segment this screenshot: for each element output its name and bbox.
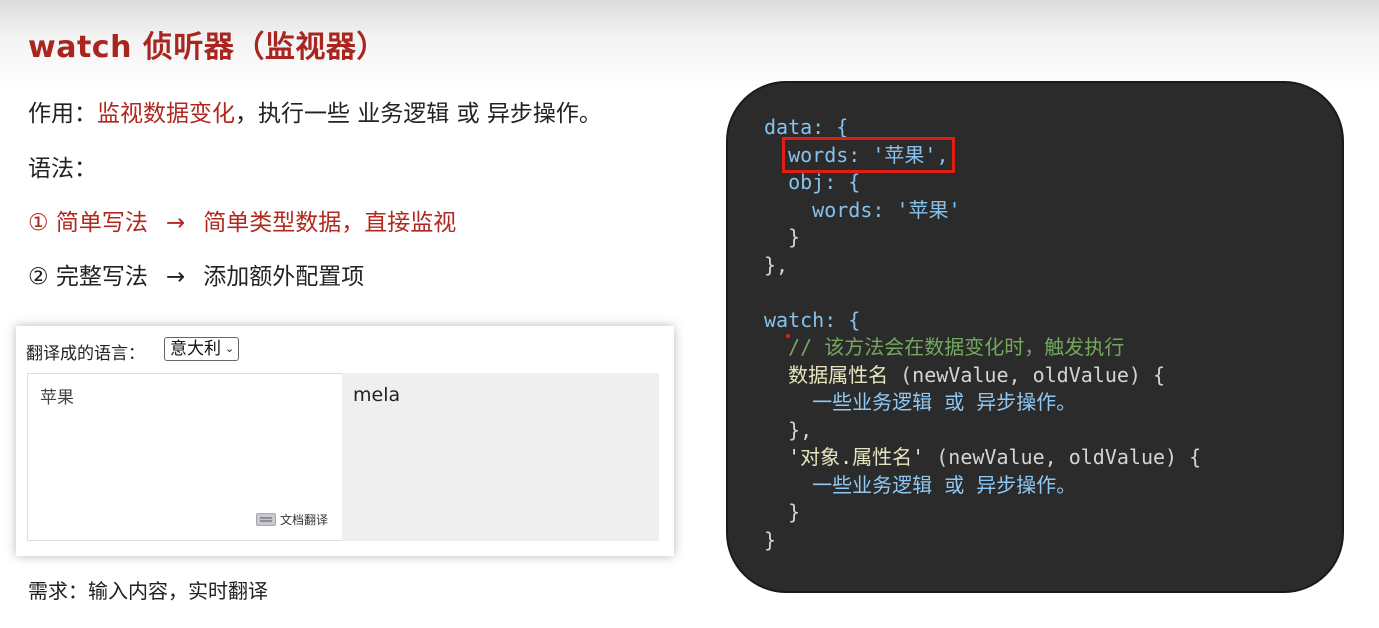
arrow-right-icon: → <box>165 264 186 290</box>
code-line: }, <box>764 417 1201 445</box>
full-syntax-desc: 添加额外配置项 <box>203 264 365 290</box>
code-block: data: { words: '苹果', obj: { words: '苹果' … <box>764 114 1201 554</box>
full-syntax-line: ② 完整写法 → 添加额外配置项 <box>28 257 364 291</box>
code-token: } <box>764 527 777 552</box>
document-translate-label: 文档翻译 <box>279 513 328 527</box>
translation-output-text: mela <box>353 384 401 406</box>
code-token: (newValue, oldValue) { <box>924 445 1202 469</box>
target-language-select[interactable]: 意大利 ⌄ <box>164 337 240 361</box>
requirement-note: 需求：输入内容，实时翻译 <box>28 579 268 603</box>
arrow-right-icon: → <box>165 210 186 236</box>
code-token: '对象.属性名' <box>788 445 925 469</box>
syntax-label: 语法： <box>28 156 97 182</box>
code-line: 一些业务逻辑 或 异步操作。 <box>764 389 1201 417</box>
code-token: data: { <box>764 115 849 139</box>
code-token: watch: { <box>764 307 861 332</box>
simple-syntax-desc: 简单类型数据，直接监视 <box>203 210 457 236</box>
translator-demo: 翻译成的语言： 意大利 ⌄ 苹果 文档翻译 mela <box>16 326 674 556</box>
code-token: words: '苹果', <box>788 142 949 167</box>
translation-output: mela <box>342 373 659 541</box>
code-panel: data: { words: '苹果', obj: { words: '苹果' … <box>728 83 1342 591</box>
chevron-down-icon: ⌄ <box>225 342 235 355</box>
code-token: 一些业务逻辑 或 异步操作。 <box>812 390 1077 414</box>
code-line: obj: { <box>764 169 1201 197</box>
code-line: '对象.属性名' (newValue, oldValue) { <box>764 444 1201 472</box>
code-line: words: '苹果', <box>764 136 1201 173</box>
code-line: watch: { <box>764 307 1201 335</box>
code-line: }, <box>764 252 1201 280</box>
code-token: words: '苹果' <box>812 197 961 222</box>
code-line: words: '苹果' <box>764 197 1201 225</box>
code-token: (newValue, oldValue) { <box>888 362 1166 387</box>
source-text-value: 苹果 <box>40 388 74 408</box>
code-token: } <box>788 500 801 524</box>
slide-title: watch 侦听器（监视器） <box>28 30 387 65</box>
code-line: } <box>764 527 1201 555</box>
target-language-label: 翻译成的语言： <box>26 344 145 364</box>
simple-syntax-line: ① 简单写法 → 简单类型数据，直接监视 <box>28 203 456 237</box>
target-language-value: 意大利 <box>170 339 221 359</box>
code-token: 数据属性名 <box>788 362 889 387</box>
code-line: 一些业务逻辑 或 异步操作。 <box>764 472 1201 500</box>
purpose-label: 作用： <box>28 101 97 127</box>
code-token: 一些业务逻辑 或 异步操作。 <box>812 472 1077 497</box>
code-token: obj: { <box>788 170 861 194</box>
purpose-line: 作用：监视数据变化，执行一些 业务逻辑 或 异步操作。 <box>28 94 602 128</box>
code-line: } <box>764 224 1201 252</box>
code-token: }, <box>764 252 789 277</box>
code-token: } <box>788 225 801 249</box>
simple-syntax-name: ① 简单写法 <box>28 210 148 236</box>
code-line: data: { <box>764 114 1201 142</box>
source-text-input[interactable]: 苹果 文档翻译 <box>27 373 343 541</box>
code-token: }, <box>788 417 813 442</box>
purpose-highlight: 监视数据变化 <box>97 101 235 127</box>
code-line: // 该方法会在数据变化时，触发执行 <box>764 334 1201 362</box>
cursor-marker <box>786 334 790 338</box>
code-comment: // 该方法会在数据变化时，触发执行 <box>788 335 1125 359</box>
code-line: } <box>764 499 1201 527</box>
highlight-box: words: '苹果', <box>782 136 955 173</box>
purpose-rest: ，执行一些 业务逻辑 或 异步操作。 <box>235 101 602 127</box>
document-translate-button[interactable]: 文档翻译 <box>255 511 328 528</box>
keyboard-icon <box>255 513 276 526</box>
code-line: 数据属性名 (newValue, oldValue) { <box>764 362 1201 390</box>
full-syntax-name: ② 完整写法 <box>28 264 148 290</box>
